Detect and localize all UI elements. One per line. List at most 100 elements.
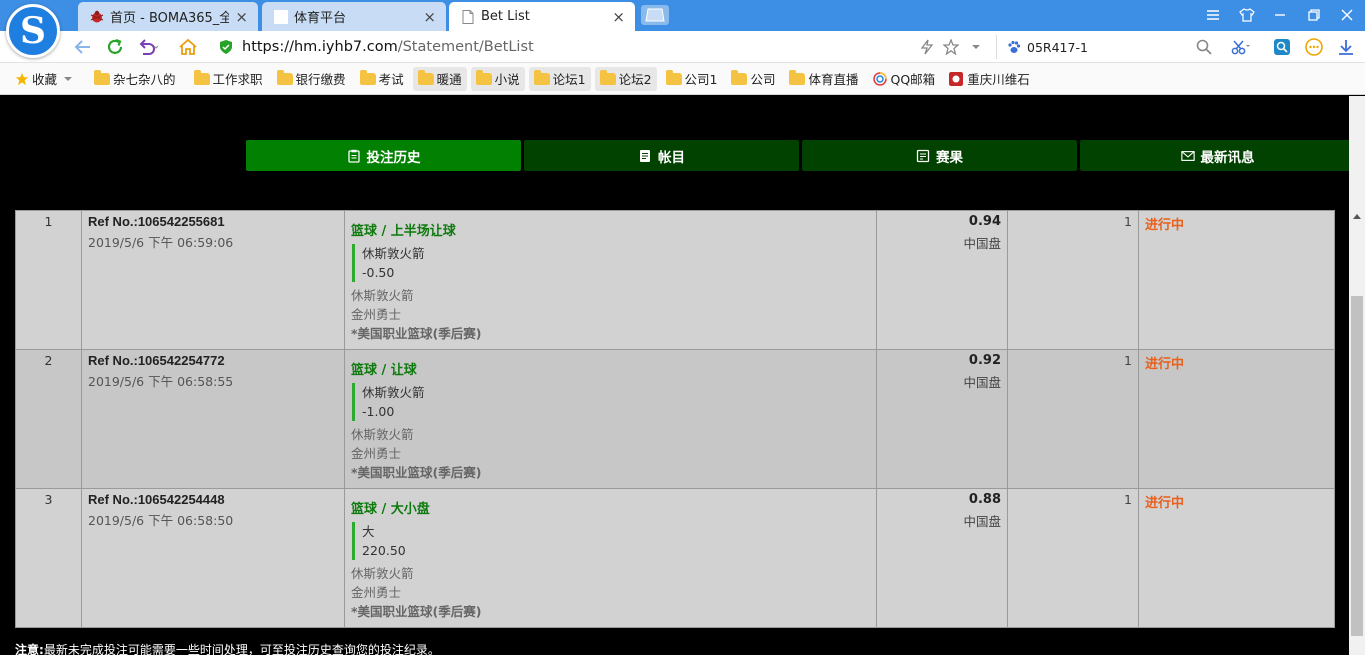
folder-icon	[533, 69, 550, 85]
scroll-up-icon[interactable]	[1353, 214, 1361, 219]
search-icon[interactable]	[1194, 37, 1214, 57]
ledger-icon	[638, 149, 652, 163]
url-path: /Statement/BetList	[397, 39, 534, 55]
bookmark-folder[interactable]: 工作求职	[189, 67, 268, 91]
bookmark-folder[interactable]: 小说	[470, 66, 525, 91]
bookmark-chongqing[interactable]: 重庆川维石	[944, 67, 1035, 91]
home-team: 休斯敦火箭	[351, 566, 414, 581]
folder-icon	[475, 69, 492, 85]
refresh-icon	[107, 38, 123, 54]
bookmarks-bar: 收藏 杂七杂八的 工作求职 银行缴费 考试 暖通 小说 论坛1 论坛2 公司1 …	[0, 63, 1365, 95]
arrow-left-icon	[74, 40, 90, 54]
undo-button[interactable]	[136, 35, 160, 59]
market-title: 篮球 / 让球	[351, 363, 417, 378]
bet-datetime: 2019/5/6 下午 06:58:55	[88, 374, 234, 389]
tab-label: 最新讯息	[1200, 149, 1255, 166]
odds-type: 中国盘	[963, 236, 1001, 251]
pick-name: 休斯敦火箭	[362, 385, 425, 400]
pick-block: 休斯敦火箭 -1.00	[352, 383, 870, 421]
close-window-icon[interactable]	[1335, 4, 1359, 26]
folder-icon	[276, 69, 293, 85]
bet-datetime: 2019/5/6 下午 06:59:06	[88, 235, 234, 250]
star-icon	[15, 72, 29, 85]
bookmark-folder[interactable]: 公司	[726, 67, 780, 91]
folder-icon	[789, 69, 806, 85]
new-tab-button[interactable]	[641, 5, 669, 25]
ref-cell: Ref No.:106542254448 2019/5/6 下午 06:58:5…	[81, 488, 345, 628]
bookmark-folder[interactable]: 银行缴费	[272, 67, 351, 91]
secure-shield-icon	[220, 40, 232, 54]
chevron-down-icon[interactable]	[966, 37, 986, 57]
table-row: 3 Ref No.:106542254448 2019/5/6 下午 06:58…	[15, 488, 1335, 628]
tab-label: 投注历史	[366, 149, 421, 166]
bookmark-folder[interactable]: 考试	[355, 67, 409, 91]
company-logo-icon	[949, 71, 964, 86]
lightning-icon[interactable]	[917, 37, 937, 57]
tab-account[interactable]: 帐目	[524, 140, 799, 171]
away-team: 金州勇士	[351, 585, 402, 600]
bookmark-qqmail[interactable]: QQ邮箱	[868, 67, 941, 91]
star-icon[interactable]	[941, 37, 961, 57]
stake-cell: 1	[1007, 488, 1139, 628]
notice-label: 注意:	[15, 643, 44, 655]
tab-results[interactable]: 赛果	[802, 140, 1077, 171]
bookmark-label: 论坛1	[552, 72, 586, 87]
back-button[interactable]	[71, 35, 95, 59]
skin-icon[interactable]	[1235, 4, 1259, 26]
browser-tab-sports[interactable]: 体育平台 ×	[262, 2, 446, 31]
envelope-icon	[1180, 149, 1195, 163]
refresh-button[interactable]	[103, 35, 127, 59]
pick-line: -0.50	[362, 265, 395, 280]
vertical-scrollbar[interactable]	[1349, 96, 1365, 655]
more-icon[interactable]	[1304, 37, 1324, 57]
search-input[interactable]: 05R417-1	[996, 35, 1218, 59]
bookmark-label: 考试	[378, 72, 404, 87]
browser-tab-betlist[interactable]: Bet List ×	[449, 2, 635, 31]
pick-block: 大 220.50	[352, 522, 870, 560]
address-bar: https://hm.iyhb7.com/Statement/BetList 0…	[0, 31, 1365, 63]
download-icon[interactable]	[1336, 37, 1356, 57]
folder-icon	[665, 69, 682, 85]
status-badge: 进行中	[1145, 218, 1185, 233]
bookmark-favorites[interactable]: 收藏	[10, 67, 77, 91]
tab-news[interactable]: 最新讯息	[1080, 140, 1355, 171]
bookmark-label: 小说	[494, 72, 520, 87]
screen-search-icon[interactable]	[1272, 37, 1292, 57]
row-number: 2	[15, 349, 82, 489]
chevron-down-icon	[64, 76, 73, 81]
bookmark-folder[interactable]: 论坛1	[528, 66, 591, 91]
home-icon	[179, 38, 197, 55]
close-icon[interactable]: ×	[423, 8, 436, 26]
tab-title: 体育平台	[294, 11, 347, 26]
bookmark-folder[interactable]: 论坛2	[594, 66, 657, 91]
url-host: https://hm.iyhb7.com	[242, 39, 398, 55]
stake-cell: 1	[1007, 210, 1139, 350]
browser-logo-icon[interactable]: S	[6, 4, 60, 58]
minimize-icon[interactable]	[1268, 4, 1292, 26]
menu-icon[interactable]	[1201, 4, 1225, 26]
close-icon[interactable]: ×	[235, 8, 248, 26]
new-tab-icon	[645, 8, 665, 22]
selection-cell: 篮球 / 大小盘 大 220.50 休斯敦火箭 金州勇士 *美国职业篮球(季后赛…	[344, 488, 877, 628]
bookmark-folder[interactable]: 体育直播	[784, 67, 863, 91]
odds-cell: 0.88 中国盘	[876, 488, 1008, 628]
home-button[interactable]	[176, 35, 200, 59]
scroll-thumb[interactable]	[1351, 296, 1363, 636]
browser-tab-home[interactable]: 首页 - BOMA365_全球 ×	[78, 2, 258, 31]
bet-list-table: 1 Ref No.:106542255681 2019/5/6 下午 06:59…	[15, 210, 1335, 628]
market-title: 篮球 / 大小盘	[351, 502, 430, 517]
ref-number: Ref No.:106542254772	[88, 353, 225, 368]
notice-text: 注意:最新未完成投注可能需要一些时间处理，可至投注历史查询您的投注纪录。	[15, 641, 440, 655]
bookmark-folder[interactable]: 暖通	[412, 66, 467, 91]
odds-value: 0.88	[968, 492, 1001, 507]
tab-bet-history[interactable]: 投注历史	[246, 140, 521, 171]
paw-icon	[1008, 40, 1021, 53]
odds-cell: 0.94 中国盘	[876, 210, 1008, 350]
bookmark-folder[interactable]: 公司1	[661, 67, 723, 91]
url-field[interactable]: https://hm.iyhb7.com/Statement/BetList	[218, 35, 998, 59]
tab-title: 首页 - BOMA365_全球	[110, 11, 230, 26]
restore-icon[interactable]	[1302, 4, 1326, 26]
scissors-icon[interactable]	[1231, 37, 1251, 57]
bookmark-folder[interactable]: 杂七杂八的	[89, 67, 181, 91]
close-icon[interactable]: ×	[612, 8, 625, 26]
